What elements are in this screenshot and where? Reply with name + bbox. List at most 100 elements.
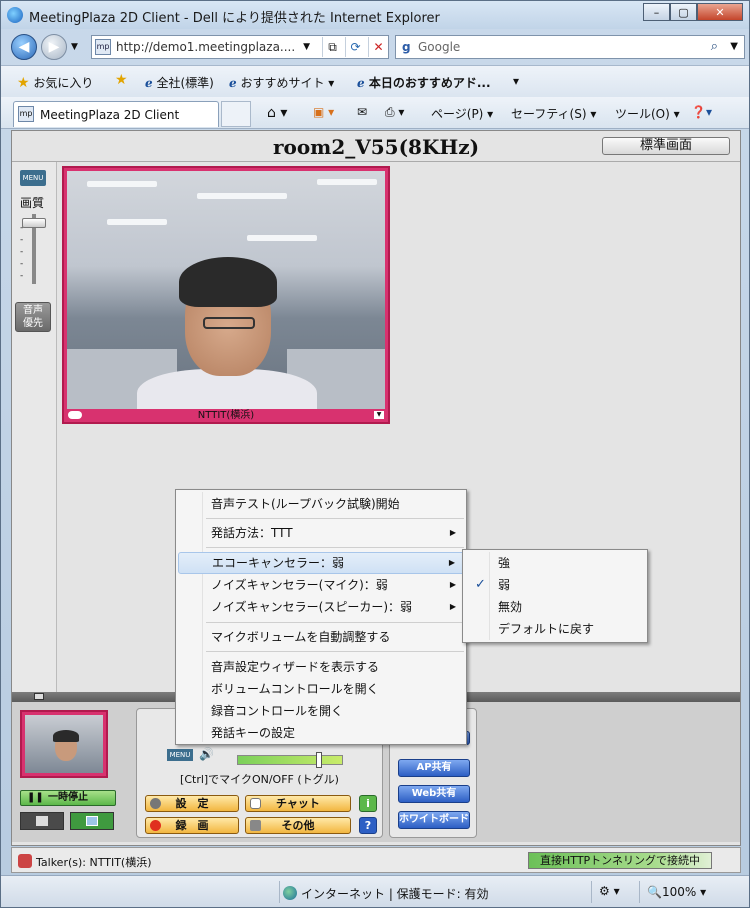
menu-item-speech-mode[interactable]: 発話方法：TTT ▶: [178, 522, 466, 544]
chat-bubble-icon: [250, 798, 261, 809]
submenu-item-restore-default[interactable]: デフォルトに戻す: [465, 618, 647, 640]
print-icon[interactable]: ⎙ ▾: [385, 105, 404, 120]
web-share-button[interactable]: Web共有: [398, 785, 470, 803]
info-icon[interactable]: i: [359, 795, 377, 812]
forward-arrow-icon: ▶: [48, 39, 60, 55]
voice-priority-button[interactable]: 音声 優先: [15, 302, 51, 332]
speech-bubble-icon[interactable]: [68, 411, 82, 419]
favorites-button[interactable]: ★ お気に入り: [17, 74, 93, 91]
quality-slider[interactable]: [22, 214, 46, 284]
close-button[interactable]: ✕: [697, 3, 743, 21]
video-menu-icon[interactable]: ▼: [374, 411, 384, 419]
self-view-video[interactable]: [20, 710, 108, 778]
menu-item-loopback-test[interactable]: 音声テスト(ループバック試験)開始: [178, 493, 466, 515]
participant-video[interactable]: NTTIT(横浜) ▼: [62, 166, 390, 424]
audio-context-menu: 音声テスト(ループバック試験)開始 発話方法：TTT ▶ エコーキャンセラー：弱 ▶…: [175, 489, 467, 745]
menu-item-audio-wizard[interactable]: 音声設定ウィザードを表示する: [178, 656, 466, 678]
menu-item-speak-key-settings[interactable]: 発話キーの設定: [178, 722, 466, 744]
submenu-item-disabled[interactable]: 無効: [465, 596, 647, 618]
speaker-icon[interactable]: 🔊: [199, 747, 214, 761]
standard-view-button[interactable]: 標準画面: [602, 137, 730, 155]
search-placeholder[interactable]: Google: [418, 40, 460, 54]
feeds-icon[interactable]: ▣ ▾: [313, 105, 334, 119]
favorite-link-recommended-sites[interactable]: ℯ おすすめサイト ▾: [229, 74, 334, 91]
pause-icon: ❚❚: [27, 792, 44, 803]
submenu-arrow-icon: ▶: [449, 528, 456, 537]
submenu-item-strong[interactable]: 強: [465, 552, 647, 574]
settings-button[interactable]: 設 定: [145, 795, 239, 812]
talker-status: Talker(s): NTTIT(横浜): [36, 856, 152, 869]
forward-button[interactable]: ▶: [41, 34, 67, 60]
favorite-link-zensha[interactable]: ℯ 全社(標準): [145, 74, 214, 91]
checkmark-icon: ✓: [475, 577, 486, 592]
search-icon[interactable]: ⌕: [711, 39, 718, 54]
slider-ticks: -----: [20, 223, 24, 281]
globe-icon: [283, 886, 297, 900]
add-favorite-icon[interactable]: ★: [115, 72, 128, 88]
ie-page-icon: ℯ: [357, 76, 365, 90]
record-icon: [150, 820, 161, 831]
talker-icon: [18, 854, 32, 868]
connection-status: 直接HTTPトンネリングで接続中: [528, 852, 712, 869]
tab-title: MeetingPlaza 2D Client: [40, 108, 180, 122]
protected-mode-icon[interactable]: ⚙ ▾: [599, 884, 620, 898]
video-caption: NTTIT(横浜) ▼: [64, 409, 388, 422]
site-favicon-icon: mp: [95, 39, 111, 55]
page-menu[interactable]: ページ(P) ▾: [431, 105, 493, 122]
quality-slider-thumb[interactable]: [22, 218, 46, 228]
zoom-level[interactable]: 🔍100% ▾: [647, 885, 706, 899]
back-arrow-icon: ◀: [18, 39, 30, 55]
help-question-icon[interactable]: ?: [359, 817, 377, 834]
volume-slider-knob[interactable]: [316, 752, 322, 768]
menu-item-echo-canceller[interactable]: エコーキャンセラー：弱 ▶: [178, 552, 466, 574]
address-dropdown-icon[interactable]: ▼: [303, 42, 310, 52]
save-snapshot-button[interactable]: [20, 812, 64, 830]
favorites-star-icon: ★: [17, 75, 30, 91]
browser-window: MeetingPlaza 2D Client - Dell により提供された I…: [0, 0, 750, 908]
minimize-button[interactable]: –: [643, 3, 670, 21]
ie-logo-icon: [7, 7, 23, 23]
submenu-item-weak[interactable]: ✓ 弱: [465, 574, 647, 596]
back-button[interactable]: ◀: [11, 34, 37, 60]
whiteboard-button[interactable]: ホワイトボード: [398, 811, 470, 829]
tools-menu[interactable]: ツール(O) ▾: [615, 105, 680, 122]
favorite-link-todays-addons[interactable]: ℯ 本日のおすすめアド...: [357, 74, 491, 91]
menu-item-volume-control[interactable]: ボリュームコントロールを開く: [178, 678, 466, 700]
resize-handle-icon[interactable]: [34, 693, 44, 700]
pause-button[interactable]: ❚❚ 一時停止: [20, 790, 116, 806]
new-tab-button[interactable]: [221, 101, 251, 127]
submenu-arrow-icon: ▶: [448, 558, 455, 567]
help-icon[interactable]: ❓▾: [691, 105, 712, 119]
home-icon[interactable]: ⌂ ▾: [267, 105, 287, 121]
submenu-arrow-icon: ▶: [449, 602, 456, 611]
menu-icon[interactable]: MENU: [20, 170, 46, 186]
mail-icon[interactable]: ✉: [357, 105, 367, 119]
compatibility-icon[interactable]: ⧉: [322, 37, 342, 57]
menu-item-auto-mic-volume[interactable]: マイクボリュームを自動調整する: [178, 626, 466, 648]
history-dropdown-icon[interactable]: ▼: [71, 42, 78, 52]
record-button[interactable]: 録 画: [145, 817, 239, 834]
security-zone[interactable]: インターネット | 保護モード: 有効: [283, 885, 489, 902]
menu-item-recording-control[interactable]: 録音コントロールを開く: [178, 700, 466, 722]
tab-meetingplaza[interactable]: mp MeetingPlaza 2D Client: [13, 101, 219, 127]
ap-share-button[interactable]: AP共有: [398, 759, 470, 777]
audio-menu-icon[interactable]: MENU: [167, 749, 193, 761]
camera-view-button[interactable]: [70, 812, 114, 830]
address-bar[interactable]: mp http://demo1.meetingplaza.... ▼ ⧉ ⟳ ✕: [91, 35, 389, 59]
maximize-button[interactable]: ▢: [670, 3, 697, 21]
menu-item-noise-canceller-speaker[interactable]: ノイズキャンセラー(スピーカー)：弱 ▶: [178, 596, 466, 618]
volume-slider[interactable]: [237, 752, 343, 768]
favorites-more-icon[interactable]: ▾: [513, 74, 519, 88]
refresh-icon[interactable]: ⟳: [345, 37, 365, 57]
url-text[interactable]: http://demo1.meetingplaza....: [116, 40, 295, 54]
mic-toggle-hint: [Ctrl]でマイクON/OFF (トグル): [180, 773, 339, 786]
stop-icon[interactable]: ✕: [368, 37, 388, 57]
zoom-icon: 🔍: [647, 885, 662, 899]
other-button[interactable]: その他: [245, 817, 351, 834]
talker-status-bar: Talker(s): NTTIT(横浜) 直接HTTPトンネリングで接続中: [11, 847, 741, 873]
chat-button[interactable]: チャット: [245, 795, 351, 812]
menu-item-noise-canceller-mic[interactable]: ノイズキャンセラー(マイク)：弱 ▶: [178, 574, 466, 596]
search-box[interactable]: g Google ⌕ ▼: [395, 35, 745, 59]
safety-menu[interactable]: セーフティ(S) ▾: [511, 105, 596, 122]
search-dropdown-icon[interactable]: ▼: [730, 41, 738, 52]
